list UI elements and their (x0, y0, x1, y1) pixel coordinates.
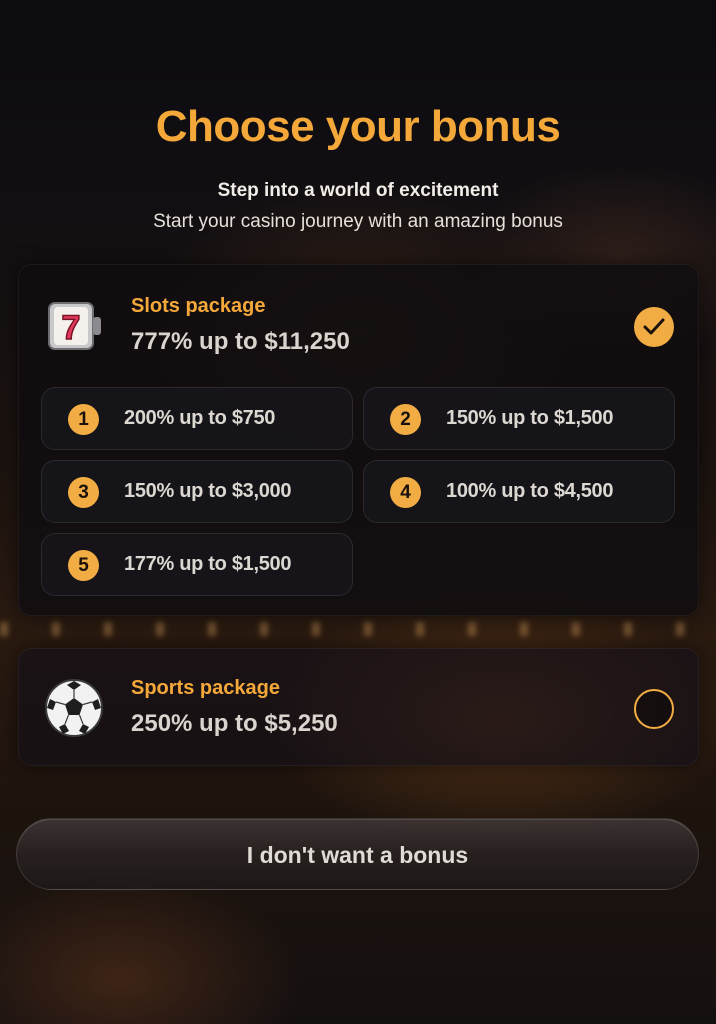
soccer-ball-icon (43, 677, 105, 739)
slot-machine-777-icon: 7 (43, 293, 105, 355)
option-number-badge: 1 (68, 404, 99, 435)
sports-package-radio[interactable] (634, 689, 674, 729)
slots-package-card[interactable]: 7 Slots package 777% up to $11,250 1 200… (18, 264, 699, 616)
option-label: 100% up to $4,500 (446, 480, 614, 502)
option-number-badge: 2 (390, 404, 421, 435)
option-label: 150% up to $1,500 (446, 407, 614, 429)
sports-package-card[interactable]: Sports package 250% up to $5,250 (18, 648, 699, 766)
checkmark-icon (643, 318, 665, 335)
option-label: 150% up to $3,000 (124, 480, 292, 502)
slots-option-5[interactable]: 5 177% up to $1,500 (41, 533, 353, 596)
background-lights (0, 622, 716, 636)
sports-package-value: 250% up to $5,250 (131, 710, 338, 737)
sports-package-name: Sports package (131, 677, 280, 699)
option-number-badge: 3 (68, 477, 99, 508)
option-number-badge: 4 (390, 477, 421, 508)
page-title: Choose your bonus (155, 102, 561, 151)
svg-text:7: 7 (62, 309, 81, 347)
slots-package-value: 777% up to $11,250 (131, 328, 350, 355)
slots-option-1[interactable]: 1 200% up to $750 (41, 387, 353, 450)
page-tagline: Start your casino journey with an amazin… (153, 211, 563, 232)
option-number-badge: 5 (68, 550, 99, 581)
option-label: 177% up to $1,500 (124, 553, 292, 575)
option-label: 200% up to $750 (124, 407, 276, 429)
slots-package-name: Slots package (131, 295, 266, 317)
no-bonus-button[interactable]: I don't want a bonus (16, 818, 699, 890)
slots-option-2[interactable]: 2 150% up to $1,500 (363, 387, 675, 450)
slots-option-3[interactable]: 3 150% up to $3,000 (41, 460, 353, 523)
page-subtitle: Step into a world of excitement (217, 180, 499, 201)
slots-option-4[interactable]: 4 100% up to $4,500 (363, 460, 675, 523)
slots-package-selected-check[interactable] (634, 307, 674, 347)
